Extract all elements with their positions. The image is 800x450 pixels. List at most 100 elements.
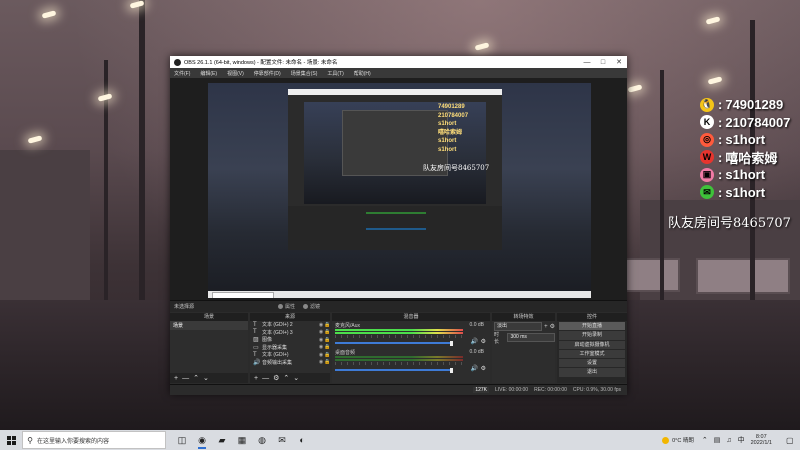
source-item[interactable]: T 文本 (GDI+) ◉ 🔒: [250, 351, 330, 359]
volume-icon[interactable]: ♫: [726, 437, 731, 444]
source-item[interactable]: T 文本 (GDI+) 2 ◉ 🔒: [250, 321, 330, 329]
weather-widget[interactable]: 0°C 晴朗: [662, 436, 694, 444]
clock[interactable]: 8:07 2022/1/1: [751, 434, 772, 447]
menu-help[interactable]: 帮助(H): [350, 70, 377, 77]
douyu-icon: ◎: [700, 132, 714, 147]
file-explorer-icon[interactable]: ▰: [212, 430, 232, 450]
task-view-icon[interactable]: ◫: [172, 430, 192, 450]
speaker-icon[interactable]: 🔊: [471, 365, 478, 372]
menu-tools[interactable]: 工具(T): [323, 70, 349, 77]
lock-icon[interactable]: 🔒: [324, 322, 330, 328]
obs-icon[interactable]: ◉: [192, 430, 212, 450]
ime-indicator[interactable]: 中: [738, 435, 745, 445]
qq-icon: 🐧: [700, 97, 714, 112]
remove-source-button[interactable]: —: [262, 375, 269, 382]
start-virtual-camera-button[interactable]: 启动虚拟摄像机: [559, 340, 625, 349]
lock-icon[interactable]: 🔒: [324, 329, 330, 335]
source-toolbar: 未选择源 属性 滤镜: [170, 300, 627, 312]
remove-scene-button[interactable]: —: [182, 375, 189, 382]
move-up-icon[interactable]: ⌃: [193, 374, 199, 382]
weibo-icon: W: [700, 150, 714, 165]
lock-icon[interactable]: 🔒: [324, 337, 330, 343]
source-item[interactable]: ▨ 图像 ◉ 🔒: [250, 336, 330, 344]
volume-slider[interactable]: [335, 342, 450, 344]
lock-icon[interactable]: 🔒: [324, 344, 330, 350]
source-name: 文本 (GDI+): [262, 352, 289, 359]
overlay-row: K:210784007: [700, 114, 800, 132]
preview-overlay-line: s1hort: [438, 146, 457, 153]
obs-window[interactable]: OBS 26.1.1 (64-bit, windows) - 配置文件: 未命名…: [170, 56, 627, 395]
overlay-colon: :: [718, 167, 723, 183]
store-icon[interactable]: ▦: [232, 430, 252, 450]
menu-docks[interactable]: 停靠部件(D): [250, 70, 287, 77]
menu-bar: 文件(F) 编辑(E) 视图(V) 停靠部件(D) 场景集合(S) 工具(T) …: [170, 68, 627, 78]
lock-icon[interactable]: 🔒: [324, 352, 330, 358]
preview-overlay-line: 嘻哈索姆: [438, 129, 463, 136]
transition-gear-icon[interactable]: ⚙: [550, 323, 555, 330]
network-icon[interactable]: ▤: [714, 436, 721, 444]
chrome-icon[interactable]: ◍: [252, 430, 272, 450]
edge-icon[interactable]: ◐: [292, 430, 312, 450]
exit-button[interactable]: 退出: [559, 368, 625, 377]
window-title: OBS 26.1.1 (64-bit, windows) - 配置文件: 未命名…: [184, 60, 338, 66]
overlay-colon: :: [718, 114, 723, 130]
source-item[interactable]: ▭ 显示器采集 ◉ 🔒: [250, 344, 330, 352]
source-settings-icon[interactable]: ⚙: [273, 374, 279, 382]
add-source-button[interactable]: +: [254, 375, 258, 382]
filter-icon: [303, 304, 309, 309]
properties-button[interactable]: 属性: [278, 303, 295, 310]
title-bar[interactable]: OBS 26.1.1 (64-bit, windows) - 配置文件: 未命名…: [170, 56, 627, 68]
menu-edit[interactable]: 编辑(E): [196, 70, 223, 77]
overlay-text: s1hort: [725, 167, 766, 183]
start-button[interactable]: [0, 430, 22, 450]
controls-title: 控件: [557, 313, 627, 321]
start-recording-button[interactable]: 开始录制: [559, 331, 625, 340]
source-item[interactable]: 🔊 音频输出采集 ◉ 🔒: [250, 359, 330, 367]
close-button[interactable]: ✕: [611, 58, 627, 66]
move-down-icon[interactable]: ⌄: [203, 374, 209, 382]
preview-area[interactable]: 74901289 210784007 s1hort 嘻哈索姆 s1hort s1hort …: [170, 78, 627, 327]
lock-icon[interactable]: 🔒: [324, 359, 330, 365]
add-transition-icon[interactable]: +: [544, 324, 548, 330]
source-name: 音频输出采集: [262, 359, 293, 366]
search-placeholder: 在这里输入你要搜索的内容: [37, 438, 110, 445]
overlay-row: 🐧:74901289: [700, 96, 800, 114]
overlay-text: s1hort: [725, 184, 766, 200]
gear-icon[interactable]: ⚙: [481, 365, 486, 372]
preview-overlay-line: 74901289: [438, 104, 465, 110]
cpu-fps: CPU: 0.9%, 30.00 fps: [572, 387, 621, 393]
duration-field[interactable]: 300 ms: [507, 333, 555, 342]
channel-name: 麦克风/Aux: [335, 323, 361, 329]
menu-view[interactable]: 视图(V): [223, 70, 250, 77]
source-item[interactable]: T 文本 (GDI+) 3 ◉ 🔒: [250, 329, 330, 337]
room-number-label: 队友房间号8465707: [668, 216, 791, 231]
studio-mode-button[interactable]: 工作室模式: [559, 349, 625, 359]
scene-item[interactable]: 场景: [170, 321, 248, 330]
notification-icon[interactable]: ▢: [786, 436, 796, 445]
mail-icon[interactable]: ✉: [272, 430, 292, 450]
source-up-icon[interactable]: ⌃: [283, 374, 289, 382]
maximize-button[interactable]: □: [595, 59, 611, 66]
start-streaming-button[interactable]: 开始直播: [559, 322, 625, 331]
volume-slider-knob[interactable]: [450, 367, 453, 373]
preview-overlay-line: s1hort: [438, 138, 457, 144]
add-scene-button[interactable]: +: [174, 375, 178, 382]
source-down-icon[interactable]: ⌄: [293, 374, 299, 382]
speaker-icon[interactable]: 🔊: [471, 338, 478, 345]
volume-meter: [335, 329, 463, 331]
volume-slider-knob[interactable]: [450, 340, 453, 346]
overlay-text: s1hort: [725, 132, 766, 148]
menu-file[interactable]: 文件(F): [170, 70, 196, 77]
taskbar-search-box[interactable]: ⚲ 在这里输入你要搜索的内容: [22, 431, 166, 449]
windows-logo-icon: [6, 435, 16, 445]
settings-button[interactable]: 设置: [559, 359, 625, 368]
volume-slider[interactable]: [335, 369, 450, 371]
minimize-button[interactable]: —: [579, 59, 595, 66]
filters-button[interactable]: 滤镜: [303, 303, 320, 310]
gear-icon[interactable]: ⚙: [481, 338, 486, 345]
chevron-up-icon[interactable]: ⌃: [702, 436, 708, 444]
channel-db: 0.0 dB: [469, 322, 484, 328]
channel-db: 0.0 dB: [469, 349, 484, 355]
preview-canvas[interactable]: 74901289 210784007 s1hort 嘻哈索姆 s1hort s1hort …: [208, 83, 591, 298]
menu-scene-collection[interactable]: 场景集合(S): [287, 70, 324, 77]
